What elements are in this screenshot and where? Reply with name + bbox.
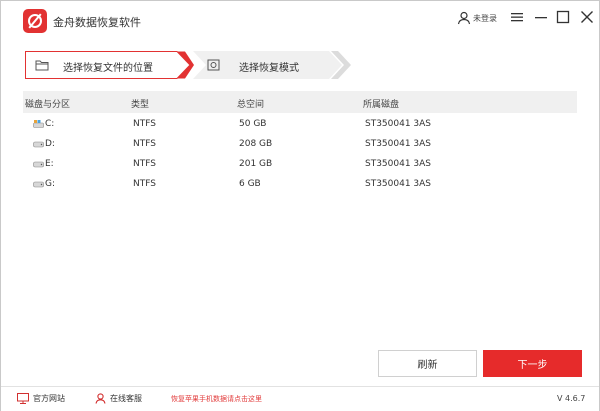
header-type: 类型 xyxy=(131,100,150,110)
step-select-location[interactable]: 选择恢复文件的位置 xyxy=(25,51,195,79)
step-bar: 选择恢复文件的位置 选择恢复模式 xyxy=(25,51,355,79)
iphone-recovery-link[interactable]: 恢复苹果手机数据请点击这里 xyxy=(171,394,262,404)
drive-size: 208 GB xyxy=(239,139,273,149)
official-website-link[interactable]: 官方网站 xyxy=(17,393,65,404)
next-step-button[interactable]: 下一步 xyxy=(483,350,582,377)
minimize-icon[interactable] xyxy=(533,10,549,24)
close-icon[interactable] xyxy=(579,10,595,24)
app-title: 金舟数据恢复软件 xyxy=(53,16,141,29)
system-drive-icon xyxy=(33,120,44,128)
table-row[interactable]: G: NTFS 6 GB ST350041 3AS xyxy=(23,174,577,194)
user-icon xyxy=(457,11,471,25)
drive-type: NTFS xyxy=(133,159,156,169)
login-label: 未登录 xyxy=(473,13,497,23)
folder-icon xyxy=(35,60,49,71)
scan-mode-icon xyxy=(207,59,220,71)
hard-drive-icon xyxy=(33,161,44,168)
table-header: 磁盘与分区 类型 总空间 所属磁盘 xyxy=(23,91,577,113)
login-button[interactable]: 未登录 xyxy=(457,9,497,27)
table-row[interactable]: D: NTFS 208 GB ST350041 3AS xyxy=(23,134,577,154)
table-row[interactable]: E: NTFS 201 GB ST350041 3AS xyxy=(23,154,577,174)
refresh-button[interactable]: 刷新 xyxy=(378,350,477,377)
drive-disk: ST350041 3AS xyxy=(365,139,432,149)
version-label: V 4.6.7 xyxy=(557,394,586,403)
menu-icon[interactable] xyxy=(509,10,525,24)
footer-bar: 官方网站 在线客服 恢复苹果手机数据请点击这里 V 4.6.7 xyxy=(1,386,599,411)
drive-type: NTFS xyxy=(133,119,156,129)
app-window: 金舟数据恢复软件 未登录 选择恢复文件的位置 选择恢复模式 磁盘与分区 类型 总… xyxy=(0,0,600,411)
drive-type: NTFS xyxy=(133,179,156,189)
drive-name: C: xyxy=(45,119,55,129)
drive-disk: ST350041 3AS xyxy=(365,119,432,129)
drive-disk: ST350041 3AS xyxy=(365,179,432,189)
official-website-label: 官方网站 xyxy=(33,394,65,403)
drive-name: D: xyxy=(45,139,55,149)
table-row[interactable]: C: NTFS 50 GB ST350041 3AS xyxy=(23,114,577,134)
drive-size: 201 GB xyxy=(239,159,273,169)
hard-drive-icon xyxy=(33,141,44,148)
monitor-icon xyxy=(17,393,29,404)
app-logo-icon xyxy=(23,9,47,33)
step-label-mode: 选择恢复模式 xyxy=(239,63,299,74)
online-support-link[interactable]: 在线客服 xyxy=(95,393,142,404)
drive-size: 6 GB xyxy=(239,179,261,189)
hard-drive-icon xyxy=(33,181,44,188)
maximize-icon[interactable] xyxy=(555,10,571,24)
support-agent-icon xyxy=(95,393,106,404)
header-total: 总空间 xyxy=(237,100,265,110)
step-label-location: 选择恢复文件的位置 xyxy=(63,63,153,74)
title-bar: 金舟数据恢复软件 未登录 xyxy=(1,1,599,39)
header-belongs: 所属磁盘 xyxy=(363,100,400,110)
drive-type: NTFS xyxy=(133,139,156,149)
online-support-label: 在线客服 xyxy=(110,394,142,403)
drive-name: G: xyxy=(45,179,56,189)
drive-name: E: xyxy=(45,159,54,169)
header-disk: 磁盘与分区 xyxy=(25,100,71,110)
drive-disk: ST350041 3AS xyxy=(365,159,432,169)
drive-size: 50 GB xyxy=(239,119,267,129)
step-select-mode[interactable]: 选择恢复模式 xyxy=(193,51,353,79)
